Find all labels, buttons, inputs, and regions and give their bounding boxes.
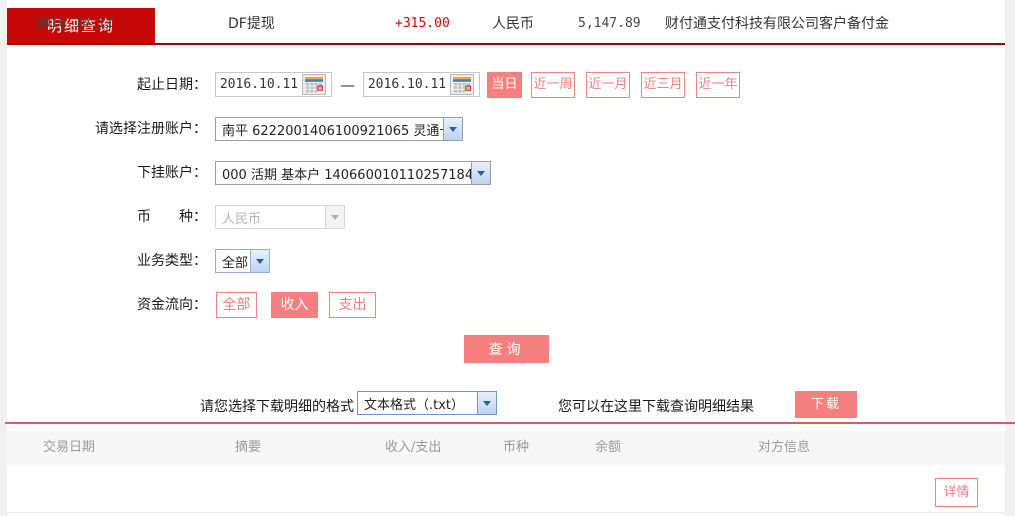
detail-query-page: 明细查询 起止日期： —	[0, 0, 1015, 516]
cell-counterparty: 财付通支付科技有限公司客户备付金	[665, 16, 889, 32]
chevron-down-icon	[325, 206, 344, 228]
fund-flow-label: 资金流向：	[137, 297, 207, 313]
quick-range-week-button[interactable]: 近一周	[531, 72, 575, 98]
download-format-value: 文本格式（.txt）	[364, 397, 465, 413]
date-range-label: 起止日期：	[137, 77, 207, 93]
download-hint: 您可以在这里下载查询明细结果	[558, 399, 754, 415]
cell-balance: 5,147.89	[578, 16, 641, 31]
col-header-balance: 余额	[595, 440, 622, 455]
chevron-down-icon	[477, 392, 496, 414]
cell-date: 2016-10-11	[35, 16, 114, 31]
download-format-select[interactable]: 文本格式（.txt）	[357, 391, 497, 415]
chevron-down-icon	[471, 162, 490, 184]
quick-range-3month-button[interactable]: 近三月	[641, 72, 685, 98]
col-header-counterparty: 对方信息	[758, 440, 811, 455]
currency-value: 人民币	[222, 211, 262, 227]
start-date-input[interactable]	[216, 74, 302, 95]
quick-range-month-button[interactable]: 近一月	[586, 72, 630, 98]
currency-select: 人民币	[215, 205, 345, 229]
fund-flow-all-button[interactable]: 全部	[216, 292, 257, 318]
business-type-value: 全部	[222, 255, 249, 271]
cell-currency: 人民币	[492, 16, 534, 32]
end-date-field	[363, 72, 480, 97]
calendar-icon[interactable]	[450, 74, 474, 95]
detail-button[interactable]: 详情	[935, 478, 978, 507]
registered-account-value: 南平 6222001406100921065 灵通卡	[222, 123, 443, 139]
chevron-down-icon	[250, 250, 269, 272]
download-button[interactable]: 下载	[795, 391, 857, 418]
col-header-summary: 摘要	[235, 440, 262, 455]
quick-range-year-button[interactable]: 近一年	[696, 72, 740, 98]
registered-account-select[interactable]: 南平 6222001406100921065 灵通卡	[215, 117, 463, 141]
sub-account-select[interactable]: 000 活期 基本户 1406600101102571848	[215, 161, 491, 185]
col-header-currency: 币种	[503, 440, 530, 455]
start-date-field	[215, 72, 332, 97]
fund-flow-income-button[interactable]: 收入	[271, 292, 318, 318]
business-type-label: 业务类型：	[137, 253, 207, 269]
cell-amount: +315.00	[395, 16, 450, 31]
cell-summary: DF提现	[228, 16, 275, 32]
col-header-date: 交易日期	[43, 440, 96, 455]
table-row	[7, 465, 1005, 513]
chevron-down-icon	[443, 118, 462, 140]
business-type-select[interactable]: 全部	[215, 249, 270, 273]
sub-account-value: 000 活期 基本户 1406600101102571848	[222, 167, 471, 183]
end-date-input[interactable]	[364, 74, 450, 95]
download-format-label: 请您选择下载明细的格式	[200, 399, 354, 415]
registered-account-label: 请选择注册账户：	[95, 121, 207, 137]
query-button[interactable]: 查询	[464, 335, 549, 363]
table-top-divider	[5, 422, 1015, 424]
quick-range-today-button[interactable]: 当日	[487, 72, 522, 98]
calendar-icon[interactable]	[302, 74, 326, 95]
fund-flow-expense-button[interactable]: 支出	[329, 292, 376, 318]
currency-label: 币 种：	[137, 209, 207, 225]
col-header-amount: 收入/支出	[385, 440, 442, 455]
sub-account-label: 下挂账户：	[137, 165, 207, 181]
date-range-separator: —	[340, 76, 355, 94]
